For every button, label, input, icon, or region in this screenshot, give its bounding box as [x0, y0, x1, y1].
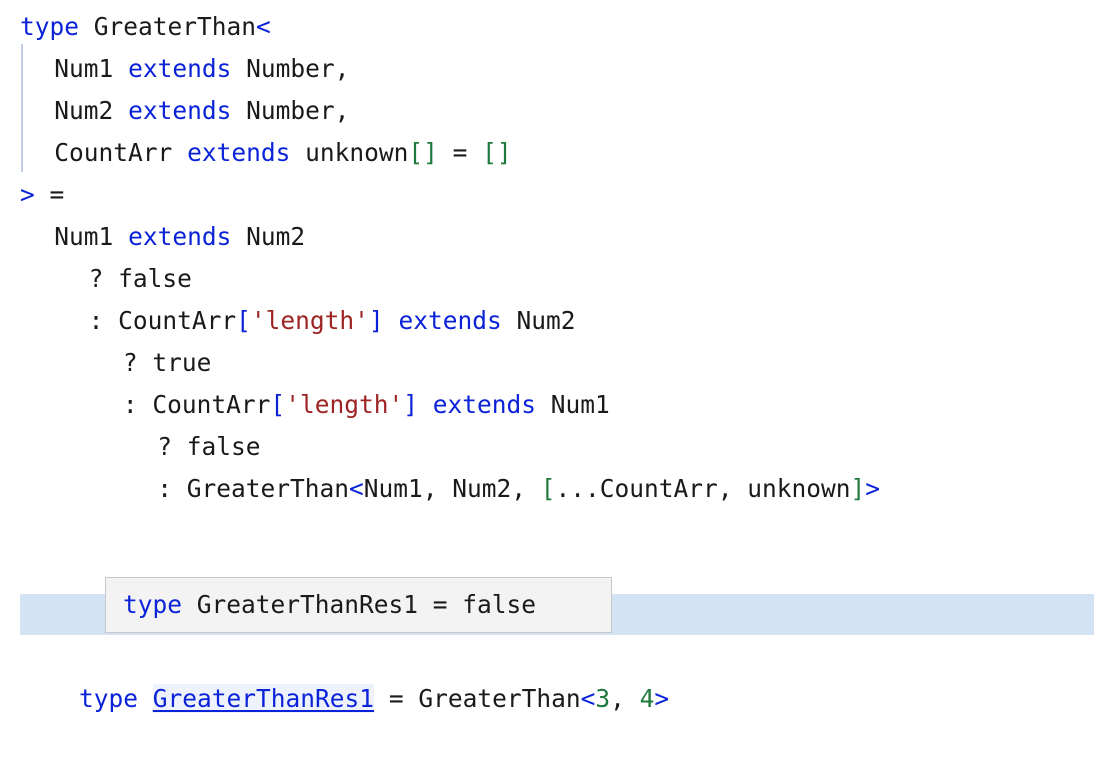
line-9-token-0: :: [122, 390, 153, 419]
code-line[interactable]: > =: [0, 174, 1094, 216]
argument-separator: ,: [610, 684, 640, 713]
line-0-token-1: [79, 12, 94, 41]
line-7-token-3: 'length': [250, 306, 369, 335]
line-2-token-2: extends: [128, 96, 232, 125]
type-declaration-line[interactable]: type GreaterThanRes1 = GreaterThan<3, 4>: [0, 636, 1094, 713]
line-8-token-1: true: [152, 348, 212, 377]
line-7-token-5: [384, 306, 399, 335]
line-5-token-4: Num2: [246, 222, 306, 251]
line-0-token-3: <: [256, 12, 271, 41]
line-1-token-0: Num1: [54, 54, 114, 83]
type-argument-1: 3: [595, 684, 611, 713]
line-9-token-3: 'length': [285, 390, 404, 419]
line-10-token-1: false: [186, 432, 261, 461]
line-6-token-1: false: [118, 264, 192, 293]
code-line[interactable]: : CountArr['length'] extends Num2: [0, 300, 1094, 342]
equals-operator: =: [374, 684, 419, 713]
code-line[interactable]: ? false: [0, 258, 1094, 300]
line-9-token-6: extends: [432, 390, 536, 419]
type-keyword: type: [79, 684, 139, 713]
line-7-token-1: CountArr: [118, 306, 237, 335]
line-7-token-2: [: [236, 306, 251, 335]
line-7-token-8: Num2: [516, 306, 576, 335]
line-1-token-2: extends: [128, 54, 232, 83]
code-line[interactable]: : GreaterThan<Num1, Num2, [...CountArr, …: [0, 468, 1094, 510]
line-3-token-2: extends: [187, 138, 291, 167]
line-11-token-7: >: [865, 474, 881, 503]
line-11-token-1: GreaterThan: [186, 474, 349, 503]
line-9-token-4: ]: [403, 390, 418, 419]
tooltip-token-0: type: [123, 590, 183, 619]
line-7-token-0: :: [88, 306, 119, 335]
open-angle-bracket: <: [580, 684, 596, 713]
line-3-token-0: CountArr: [54, 138, 173, 167]
line-9-token-2: [: [270, 390, 286, 419]
line-0-token-2: GreaterThan: [93, 12, 257, 41]
line-1-token-4: Number,: [246, 54, 350, 83]
line-3-token-1: [172, 138, 187, 167]
line-3-token-7: []: [482, 138, 512, 167]
code-line[interactable]: : CountArr['length'] extends Num1: [0, 384, 1094, 426]
code-line[interactable]: ? false: [0, 426, 1094, 468]
line-7-token-4: ]: [368, 306, 384, 335]
line-5-token-0: Num1: [54, 222, 114, 251]
line-7-token-6: extends: [398, 306, 502, 335]
tooltip-text: type GreaterThanRes1 = false: [106, 589, 536, 621]
line-9-token-8: Num1: [550, 390, 610, 419]
type-hover-tooltip: type GreaterThanRes1 = false: [105, 577, 612, 633]
line-5-token-3: [231, 222, 246, 251]
line-3-token-6: =: [437, 138, 483, 167]
line-5-token-2: extends: [128, 222, 232, 251]
type-argument-2: 4: [639, 684, 655, 713]
line-11-token-4: [: [540, 474, 556, 503]
tooltip-token-1: GreaterThanRes1 = false: [182, 590, 537, 619]
line-10-token-0: ?: [157, 432, 187, 461]
line-2-token-1: [113, 96, 128, 125]
line-3-token-5: []: [408, 138, 438, 167]
line-4-token-1: =: [34, 180, 65, 209]
code-line[interactable]: Num1 extends Num2: [0, 216, 1094, 258]
line-7-token-7: [502, 306, 517, 335]
line-3-token-4: unknown: [305, 138, 409, 167]
referenced-type-name: GreaterThan: [418, 684, 581, 713]
declared-type-link[interactable]: GreaterThanRes1: [152, 684, 375, 713]
line-11-token-6: ]: [850, 474, 866, 503]
line-5-token-1: [113, 222, 128, 251]
code-line[interactable]: type GreaterThan<: [0, 6, 1094, 48]
line-8-token-0: ?: [122, 348, 153, 377]
line-9-token-1: CountArr: [152, 390, 271, 419]
line-11-token-0: :: [157, 474, 187, 503]
line-1-token-1: [113, 54, 128, 83]
line-1-token-3: [231, 54, 246, 83]
line-11-token-3: Num1, Num2,: [363, 474, 541, 503]
line-2-token-0: Num2: [54, 96, 114, 125]
line-9-token-5: [418, 390, 433, 419]
code-line[interactable]: Num2 extends Number,: [0, 90, 1094, 132]
line-3-token-3: [290, 138, 305, 167]
code-editor-surface[interactable]: type GreaterThan< Num1 extends Number, Num…: [0, 0, 1094, 713]
line-2-token-3: [231, 96, 246, 125]
line-9-token-7: [536, 390, 551, 419]
line-0-token-0: type: [20, 12, 80, 41]
line-6-token-0: ?: [88, 264, 119, 293]
line-2-token-4: Number,: [246, 96, 350, 125]
line-11-token-2: <: [348, 474, 364, 503]
code-line[interactable]: Num1 extends Number,: [0, 48, 1094, 90]
close-angle-bracket: >: [654, 684, 670, 713]
code-line[interactable]: CountArr extends unknown[] = []: [0, 132, 1094, 174]
line-4-token-0: >: [20, 180, 35, 209]
line-11-token-5: ...CountArr, unknown: [555, 474, 851, 503]
code-block[interactable]: type GreaterThan< Num1 extends Number, Num…: [0, 0, 1094, 510]
code-line[interactable]: ? true: [0, 342, 1094, 384]
